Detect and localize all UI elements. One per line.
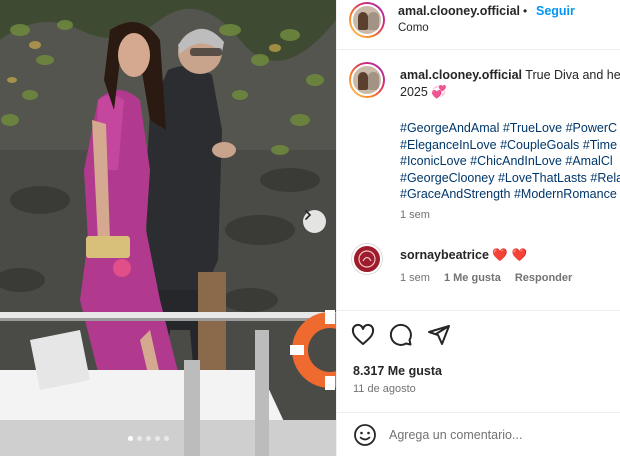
carousel-dot (146, 436, 151, 441)
carousel-indicators (128, 436, 169, 441)
comment-meta: 1 sem 1 Me gusta Responder (400, 272, 572, 284)
share-icon[interactable] (427, 323, 451, 347)
action-icons (351, 323, 451, 347)
hashtag-line[interactable]: #GraceAndStrength #ModernRomance (400, 186, 620, 203)
post-header: amal.clooney.official • Seguir Como (337, 0, 620, 50)
commenter-username[interactable]: sornaybeatrice (400, 248, 489, 262)
caption-author-avatar[interactable] (349, 62, 385, 98)
follow-button[interactable]: Seguir (536, 4, 575, 18)
next-slide-button[interactable] (303, 210, 326, 233)
header-separator: • (523, 4, 528, 18)
hashtag-line[interactable]: #GeorgeClooney #LoveThatLasts #Rela (400, 170, 620, 187)
post-actions: 8.317 Me gusta 11 de agosto (337, 310, 620, 422)
emoji-icon[interactable] (353, 423, 377, 447)
carousel-dot (164, 436, 169, 441)
caption-hashtags: #GeorgeAndAmal #TrueLove #PowerC #Elegan… (400, 120, 620, 203)
like-count[interactable]: 8.317 Me gusta (353, 364, 442, 378)
caption-username[interactable]: amal.clooney.official (400, 68, 522, 82)
post-caption: amal.clooney.official True Diva and he 2… (400, 67, 620, 100)
comment-icon[interactable] (389, 323, 413, 347)
comment-item: sornaybeatrice ❤️ ❤️ (400, 248, 527, 263)
hashtag-line[interactable]: #GeorgeAndAmal #TrueLove #PowerC (400, 120, 620, 137)
reply-button[interactable]: Responder (515, 272, 572, 284)
carousel-dot (128, 436, 133, 441)
photo-illustration (0, 0, 336, 456)
comment-body: ❤️ ❤️ (492, 248, 528, 262)
post-details-panel: amal.clooney.official • Seguir Como amal… (336, 0, 620, 456)
commenter-avatar[interactable] (352, 244, 382, 274)
post-location[interactable]: Como (398, 22, 429, 34)
post-date[interactable]: 11 de agosto (353, 383, 416, 395)
author-avatar[interactable] (349, 2, 385, 38)
caption-text-line2: 2025 💞 (400, 84, 447, 99)
caption-text-line1: True Diva and he (525, 68, 620, 82)
author-username[interactable]: amal.clooney.official (398, 4, 520, 18)
post-photo[interactable] (0, 0, 336, 456)
chevron-right-icon (305, 210, 312, 220)
caption-timestamp[interactable]: 1 sem (400, 209, 430, 221)
carousel-dot (155, 436, 160, 441)
add-comment-bar (337, 412, 620, 456)
carousel-dot (137, 436, 142, 441)
comments-section[interactable]: amal.clooney.official True Diva and he 2… (337, 51, 620, 309)
crest-icon (358, 250, 376, 268)
comment-input[interactable] (389, 423, 609, 447)
heart-icon[interactable] (351, 323, 375, 347)
hashtag-line[interactable]: #IconicLove #ChicAndInLove #AmalCl (400, 153, 620, 170)
hashtag-line[interactable]: #EleganceInLove #CoupleGoals #Time (400, 137, 620, 154)
comment-likes[interactable]: 1 Me gusta (444, 272, 501, 284)
comment-timestamp[interactable]: 1 sem (400, 272, 430, 284)
